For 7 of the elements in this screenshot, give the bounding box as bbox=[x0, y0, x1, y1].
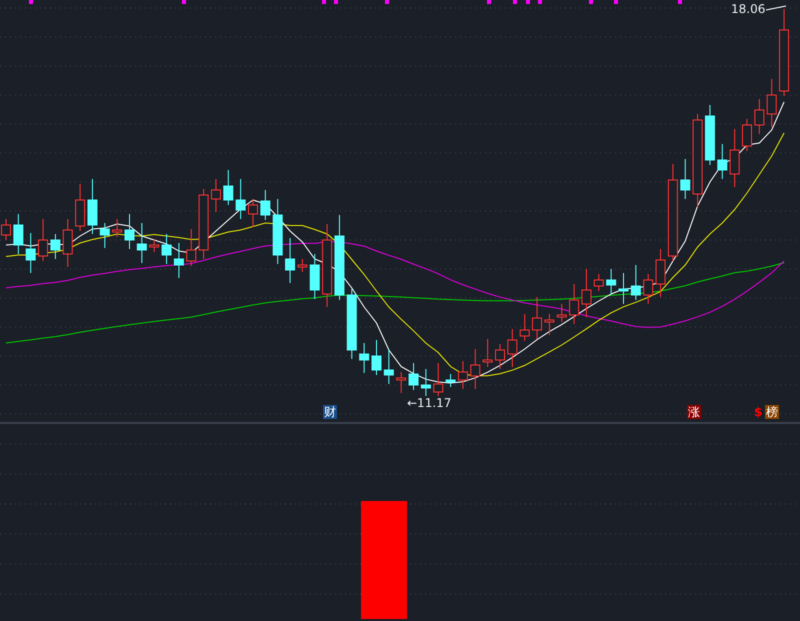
high-price-label: 18.06 bbox=[731, 2, 766, 16]
event-badge: 涨 bbox=[687, 405, 701, 419]
low-price-label: ←11.17 bbox=[407, 396, 452, 410]
event-badge: 财 bbox=[323, 405, 337, 419]
event-badge: 榜 bbox=[765, 405, 779, 419]
leader-line bbox=[766, 6, 786, 10]
event-symbol: $ bbox=[753, 405, 764, 419]
